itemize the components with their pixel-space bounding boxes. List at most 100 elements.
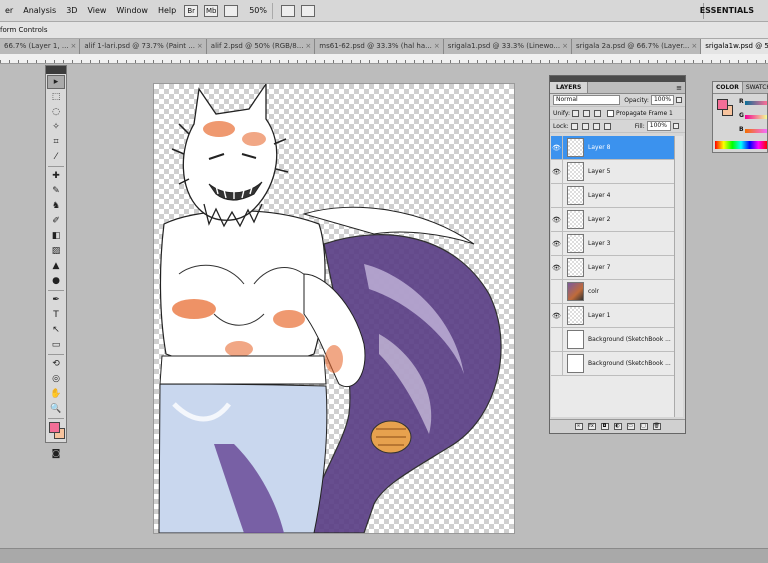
lasso-tool-icon[interactable]: ◌ bbox=[47, 105, 65, 119]
layer-name[interactable]: colr bbox=[588, 288, 599, 295]
layer-name[interactable]: Layer 8 bbox=[588, 144, 610, 151]
foreground-color-swatch[interactable] bbox=[717, 99, 728, 110]
layer-thumbnail[interactable] bbox=[567, 330, 584, 349]
group-icon[interactable]: ▭ bbox=[626, 423, 635, 430]
doc-tab[interactable]: srigala 2a.psd @ 66.7% (Layer... × bbox=[572, 39, 702, 54]
layer-thumbnail[interactable] bbox=[567, 306, 584, 325]
layer-name[interactable]: Layer 7 bbox=[588, 264, 610, 271]
close-icon[interactable]: × bbox=[197, 42, 203, 50]
healing-brush-tool-icon[interactable]: ✚ bbox=[47, 169, 65, 183]
tab-swatches[interactable]: SWATCH bbox=[742, 82, 768, 93]
doc-tab[interactable]: 66.7% (Layer 1, ... × bbox=[0, 39, 81, 54]
close-icon[interactable]: × bbox=[434, 42, 440, 50]
doc-tab[interactable]: srigala1.psd @ 33.3% (Linewo... × bbox=[443, 39, 573, 54]
fill-field[interactable]: 100% bbox=[646, 121, 671, 131]
menu-window[interactable]: Window bbox=[111, 0, 153, 22]
lock-position-icon[interactable] bbox=[592, 122, 600, 130]
eye-icon[interactable]: 👁 bbox=[551, 304, 563, 327]
layer-row[interactable]: Background (SketchBook ... bbox=[551, 328, 674, 352]
close-icon[interactable]: × bbox=[562, 42, 568, 50]
layer-name[interactable]: Background (SketchBook ... bbox=[588, 336, 671, 343]
layer-list-scrollbar[interactable] bbox=[674, 136, 683, 417]
menu-analysis[interactable]: Analysis bbox=[18, 0, 61, 22]
hand-tool-icon[interactable]: ✋ bbox=[47, 387, 65, 401]
link-layers-icon[interactable]: ∞ bbox=[574, 423, 583, 430]
zoom-level[interactable]: 50% bbox=[249, 6, 267, 15]
workspace-switcher[interactable]: ESSENTIALS bbox=[700, 0, 754, 22]
doc-tab[interactable]: alif 2.psd @ 50% (RGB/8... × bbox=[206, 39, 316, 54]
layer-name[interactable]: Layer 1 bbox=[588, 312, 610, 319]
eye-icon[interactable]: 👁 bbox=[551, 208, 563, 231]
view-extras-icon[interactable] bbox=[224, 4, 239, 17]
color-spectrum[interactable] bbox=[715, 141, 767, 149]
unify-style-icon[interactable] bbox=[594, 109, 602, 117]
layer-row[interactable]: Background (SketchBook ... bbox=[551, 352, 674, 376]
lock-pixels-icon[interactable] bbox=[581, 122, 589, 130]
doc-tab[interactable]: ms61-62.psd @ 33.3% (hal ha... × bbox=[315, 39, 444, 54]
eye-icon[interactable]: 👁 bbox=[551, 136, 563, 159]
layer-thumbnail[interactable] bbox=[567, 258, 584, 277]
eye-icon[interactable]: 👁 bbox=[551, 232, 563, 255]
eye-icon[interactable]: 👁 bbox=[551, 256, 563, 279]
tab-layers[interactable]: LAYERS bbox=[550, 82, 589, 93]
close-icon[interactable]: × bbox=[691, 42, 697, 50]
channel-r-slider[interactable] bbox=[745, 101, 767, 105]
shape-tool-icon[interactable]: ▭ bbox=[47, 338, 65, 352]
transform-controls-label[interactable]: form Controls bbox=[0, 22, 48, 39]
layer-thumbnail[interactable] bbox=[567, 186, 584, 205]
doc-tab-active[interactable]: srigala1w.psd @ 50% (Layer 8,...× bbox=[701, 39, 768, 54]
foreground-color-swatch[interactable] bbox=[49, 422, 60, 433]
layer-name[interactable]: Layer 4 bbox=[588, 192, 610, 199]
layer-row[interactable]: 👁 Layer 3 bbox=[551, 232, 674, 256]
brush-tool-icon[interactable]: ✎ bbox=[47, 184, 65, 198]
channel-b-slider[interactable] bbox=[745, 129, 767, 133]
screen-mode-icon[interactable] bbox=[301, 4, 315, 17]
new-layer-icon[interactable]: ▢ bbox=[639, 423, 648, 430]
menu-view[interactable]: View bbox=[82, 0, 111, 22]
layer-thumbnail[interactable] bbox=[567, 234, 584, 253]
close-icon[interactable]: × bbox=[305, 42, 311, 50]
eraser-tool-icon[interactable]: ◧ bbox=[47, 229, 65, 243]
layer-row[interactable]: 👁 Layer 1 bbox=[551, 304, 674, 328]
type-tool-icon[interactable]: T bbox=[47, 308, 65, 322]
zoom-tool-icon[interactable]: 🔍 bbox=[47, 402, 65, 416]
gradient-tool-icon[interactable]: ▨ bbox=[47, 244, 65, 258]
layer-thumbnail[interactable] bbox=[567, 354, 584, 373]
menu-3d[interactable]: 3D bbox=[61, 0, 82, 22]
layer-row[interactable]: 👁 Layer 5 bbox=[551, 160, 674, 184]
toolbox-grip[interactable] bbox=[46, 66, 66, 74]
mini-bridge-icon[interactable]: Mb bbox=[204, 4, 219, 17]
tab-color[interactable]: COLOR bbox=[713, 82, 743, 93]
doc-tab[interactable]: alif 1-lari.psd @ 73.7% (Paint ... × bbox=[80, 39, 207, 54]
unify-visibility-icon[interactable] bbox=[583, 109, 591, 117]
fill-slider-icon[interactable] bbox=[672, 123, 679, 129]
3d-orbit-tool-icon[interactable]: ◎ bbox=[47, 372, 65, 386]
lock-transparency-icon[interactable] bbox=[570, 122, 578, 130]
layer-row[interactable]: colr bbox=[551, 280, 674, 304]
panel-menu-icon[interactable]: ≡ bbox=[676, 82, 685, 93]
delete-layer-icon[interactable]: 🗑 bbox=[652, 423, 661, 430]
marquee-tool-icon[interactable]: ⬚ bbox=[47, 90, 65, 104]
layer-thumbnail[interactable] bbox=[567, 210, 584, 229]
dodge-tool-icon[interactable]: ● bbox=[47, 274, 65, 288]
layer-row[interactable]: 👁 Layer 2 bbox=[551, 208, 674, 232]
visibility-off-icon[interactable] bbox=[551, 352, 563, 375]
pen-tool-icon[interactable]: ✒ bbox=[47, 293, 65, 307]
blend-mode-select[interactable]: Normal bbox=[553, 95, 621, 105]
layer-mask-icon[interactable]: ◘ bbox=[600, 423, 609, 430]
3d-rotate-tool-icon[interactable]: ⟲ bbox=[47, 357, 65, 371]
close-icon[interactable]: × bbox=[71, 42, 77, 50]
propagate-checkbox[interactable] bbox=[607, 109, 615, 117]
adjustment-layer-icon[interactable]: ◐ bbox=[613, 423, 622, 430]
path-select-tool-icon[interactable]: ↖ bbox=[47, 323, 65, 337]
layer-name[interactable]: Layer 3 bbox=[588, 240, 610, 247]
layer-name[interactable]: Background (SketchBook ... bbox=[588, 360, 671, 367]
clone-stamp-tool-icon[interactable]: ♞ bbox=[47, 199, 65, 213]
horizontal-ruler[interactable] bbox=[0, 54, 768, 64]
visibility-off-icon[interactable] bbox=[551, 280, 563, 303]
visibility-off-icon[interactable] bbox=[551, 328, 563, 351]
layer-row[interactable]: 👁 Layer 8 bbox=[551, 136, 674, 160]
document-canvas[interactable] bbox=[154, 84, 514, 533]
blur-tool-icon[interactable]: ▲ bbox=[47, 259, 65, 273]
eyedropper-tool-icon[interactable]: ⁄ bbox=[47, 150, 65, 164]
